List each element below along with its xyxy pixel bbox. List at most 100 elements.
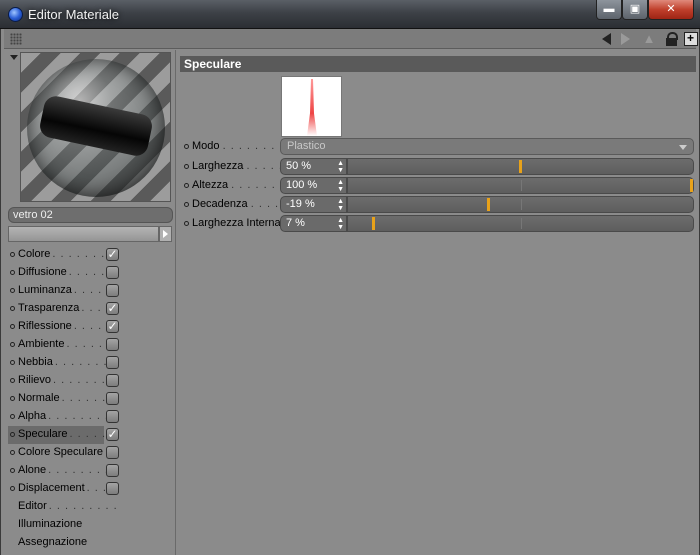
minimize-button[interactable]: ▬ [596,0,622,20]
channel-item[interactable]: Ambiente. . . . . . [8,336,176,354]
channel-item[interactable]: Assegnazione [8,534,176,552]
animate-bullet[interactable] [10,288,15,293]
channel-item[interactable]: Editor. . . . . . . . . [8,498,176,516]
channel-item[interactable]: Alpha. . . . . . . . . [8,408,176,426]
channel-item[interactable]: Colore Speculare [8,444,176,462]
slider-handle[interactable] [372,217,375,230]
animate-bullet[interactable] [10,360,15,365]
channel-item[interactable]: Trasparenza. . . . ✓ [8,300,176,318]
animate-bullet[interactable] [10,342,15,347]
channel-item[interactable]: Speculare. . . . . . ✓ [8,426,119,444]
new-window-icon[interactable] [684,31,698,46]
channel-checkbox[interactable] [106,266,119,279]
slider-handle[interactable] [690,179,693,192]
material-name-field[interactable]: vetro 02 [8,207,173,223]
param-value-field[interactable]: -19 % ▲ ▼ [280,196,347,213]
channel-checkbox[interactable] [106,410,119,423]
specular-curve-preview [281,76,342,137]
channel-item[interactable]: Riflessione. . . . . ✓ [8,318,176,336]
channel-label: Diffusione [18,266,67,278]
channel-checkbox[interactable] [106,446,119,459]
slider-midpoint-tick [521,218,522,229]
animate-bullet[interactable] [184,164,189,169]
channel-checkbox[interactable]: ✓ [106,248,119,261]
spinner-arrows-icon[interactable]: ▲ ▼ [337,179,344,193]
param-slider[interactable] [347,158,694,175]
param-value-field[interactable]: 7 % ▲ ▼ [280,215,347,232]
channel-label: Ambiente [18,338,65,350]
nav-back-icon[interactable] [600,32,614,46]
animate-bullet[interactable] [10,486,15,491]
param-value: 100 % [286,179,318,191]
animate-bullet[interactable] [10,414,15,419]
leader-dots: . . . . . . [66,338,112,350]
param-row: Decadenza . . . . -19 % ▲ ▼ [178,196,696,214]
channel-checkbox[interactable] [106,356,119,369]
animate-bullet[interactable] [184,144,189,149]
close-button[interactable]: ✕ [648,0,694,20]
maximize-button[interactable]: ▣ [622,0,648,20]
channel-item[interactable]: Alone. . . . . . . . . [8,462,176,480]
slider-handle[interactable] [487,198,490,211]
channel-checkbox[interactable]: ✓ [106,428,119,441]
channel-item[interactable]: Illuminazione [8,516,176,534]
title-bar[interactable]: Editor Materiale ▬ ▣ ✕ [0,0,700,29]
window-title: Editor Materiale [28,7,120,22]
horizontal-scrollbar[interactable] [8,226,159,242]
leader-dots: . . . [86,482,107,494]
channel-checkbox[interactable] [106,338,119,351]
animate-bullet[interactable] [10,324,15,329]
animate-bullet[interactable] [10,450,15,455]
animate-bullet[interactable] [184,221,189,226]
spinner-arrows-icon[interactable]: ▲ ▼ [337,217,344,231]
scroll-right-icon[interactable] [159,226,172,242]
leader-dots: . . . . . [246,160,283,172]
collapse-arrow-icon[interactable] [10,55,18,60]
channel-item[interactable]: Luminanza. . . . . [8,282,176,300]
channel-checkbox[interactable] [106,392,119,405]
channel-checkbox[interactable] [106,284,119,297]
param-slider[interactable] [347,177,694,194]
nav-forward-icon[interactable] [618,32,632,46]
slider-handle[interactable] [519,160,522,173]
leader-dots: . . . . . . . . [52,248,114,260]
channel-checkbox[interactable]: ✓ [106,320,119,333]
param-slider[interactable] [347,196,694,213]
channel-checkbox[interactable] [106,464,119,477]
channel-item[interactable]: Nebbia. . . . . . . . [8,354,176,372]
mode-dropdown[interactable]: Plastico [280,138,694,155]
channel-label: Editor [18,500,47,512]
channel-item[interactable]: Displacement. . . [8,480,176,498]
section-title: Speculare [180,56,696,72]
animate-bullet[interactable] [10,396,15,401]
spinner-arrows-icon[interactable]: ▲ ▼ [337,198,344,212]
channel-item[interactable]: Colore. . . . . . . . ✓ [8,246,176,264]
animate-bullet[interactable] [184,202,189,207]
grip-icon[interactable] [10,33,22,45]
animate-bullet[interactable] [10,378,15,383]
channel-item[interactable]: Normale. . . . . . . [8,390,176,408]
animate-bullet[interactable] [10,306,15,311]
animate-bullet[interactable] [10,432,15,437]
lock-icon[interactable] [665,32,679,46]
channel-checkbox[interactable] [106,374,119,387]
animate-bullet[interactable] [184,183,189,188]
channel-checkbox[interactable]: ✓ [106,302,119,315]
channel-item[interactable]: Diffusione. . . . . . [8,264,176,282]
channel-label: Assegnazione [18,536,88,548]
channel-checkbox[interactable] [106,482,119,495]
channel-label: Displacement [18,482,85,494]
channel-item[interactable]: Rilievo. . . . . . . . [8,372,176,390]
animate-bullet[interactable] [10,270,15,275]
slider-midpoint-tick [521,199,522,210]
param-value-field[interactable]: 50 % ▲ ▼ [280,158,347,175]
material-sidebar: vetro 02 Colore. . . . . . . . ✓ Diffusion… [4,50,176,555]
param-slider[interactable] [347,215,694,232]
animate-bullet[interactable] [10,468,15,473]
up-icon[interactable]: ▲ [642,32,656,46]
animate-bullet[interactable] [10,252,15,257]
material-preview[interactable] [20,52,171,202]
param-value-field[interactable]: 100 % ▲ ▼ [280,177,347,194]
spinner-arrows-icon[interactable]: ▲ ▼ [337,160,344,174]
channel-label: Speculare [18,428,68,440]
